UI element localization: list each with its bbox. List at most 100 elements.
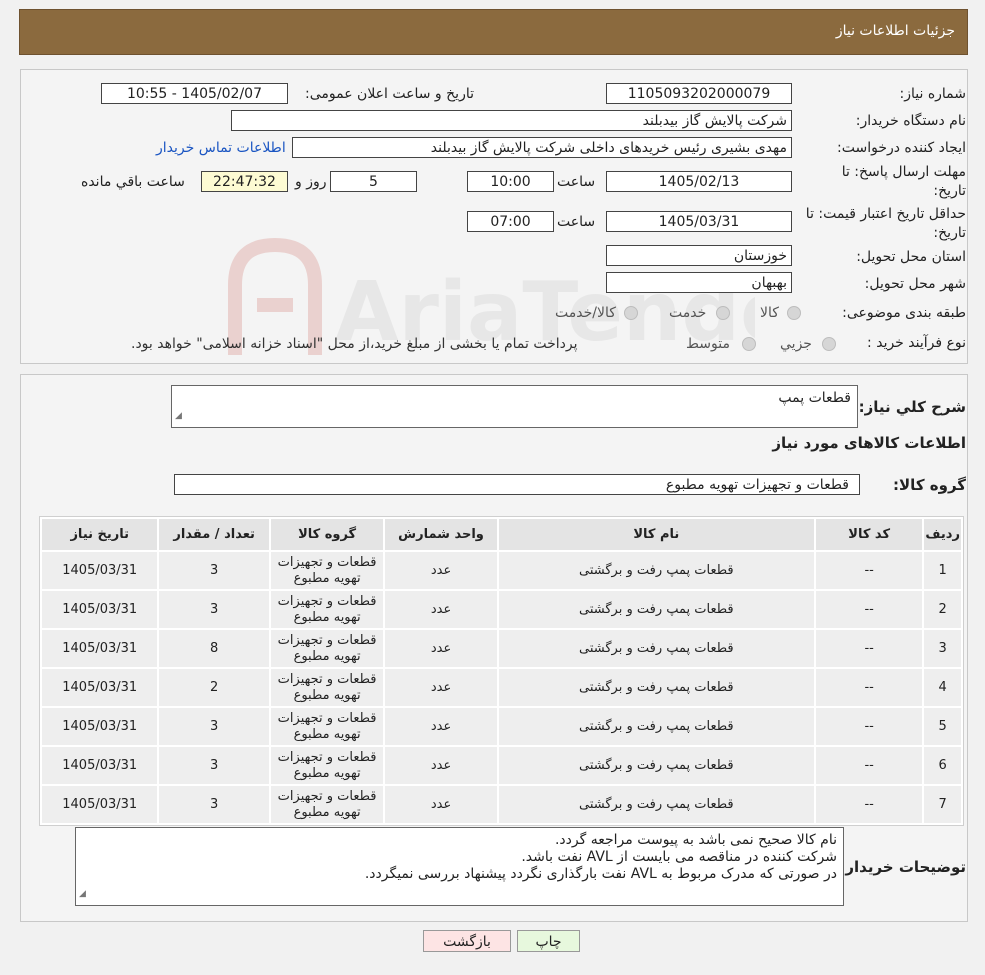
cell-item-name: قطعات پمپ رفت و برگشتی (498, 786, 814, 823)
page-title: جزئیات اطلاعات نیاز (835, 23, 955, 39)
cell-item-group: قطعات و تجهیزات تهویه مطبوع (270, 708, 384, 745)
back-button[interactable]: بازگشت (423, 930, 511, 952)
cell-item-group: قطعات و تجهیزات تهویه مطبوع (270, 552, 384, 589)
deadline-date-field: 1405/02/13 (606, 171, 792, 192)
remaining-time-field: 22:47:32 (201, 171, 288, 192)
cell-unit: عدد (385, 591, 497, 628)
table-row: 4 -- قطعات پمپ رفت و برگشتی عدد قطعات و تجهی… (42, 669, 961, 706)
buyer-contact-link[interactable]: اطلاعات تماس خریدار (156, 140, 286, 156)
summary-label: شرح کلي نياز: (858, 398, 966, 416)
process-medium-label: متوسط (686, 336, 730, 352)
cell-need-date: 1405/03/31 (42, 669, 158, 706)
requester-label: ایجاد کننده درخواست: (837, 140, 966, 156)
cell-item-code: -- (815, 630, 923, 667)
need-number-label: شماره نیاز: (899, 86, 967, 102)
col-group-header: گروه کالا (270, 519, 384, 550)
col-date-header: تاریخ نیاز (42, 519, 158, 550)
table-row: 7 -- قطعات پمپ رفت و برگشتی عدد قطعات و تجهی… (42, 786, 961, 823)
announce-datetime-field: 1405/02/07 - 10:55 (101, 83, 288, 104)
col-qty-header: تعداد / مقدار (159, 519, 269, 550)
validity-date-field: 1405/03/31 (606, 211, 792, 232)
cell-item-code: -- (815, 747, 923, 784)
requester-field: مهدی بشیری رئیس خریدهای داخلی شرکت پالای… (292, 137, 792, 158)
goods-group-field: قطعات و تجهیزات تهویه مطبوع (174, 474, 860, 495)
buyer-notes-textarea[interactable]: نام کالا صحیح نمی باشد به پیوست مراجعه گ… (75, 827, 844, 906)
buyer-org-field: شرکت پالایش گاز بیدبلند (231, 110, 792, 131)
cell-quantity: 2 (159, 669, 269, 706)
cell-unit: عدد (385, 669, 497, 706)
buyer-notes-line-3: در صورتی که مدرک مربوط به AVL نفت بارگذا… (364, 866, 837, 882)
cell-need-date: 1405/03/31 (42, 552, 158, 589)
cell-item-name: قطعات پمپ رفت و برگشتی (498, 591, 814, 628)
cell-need-date: 1405/03/31 (42, 630, 158, 667)
resize-grip-icon[interactable]: ◢ (79, 886, 86, 903)
cell-item-group: قطعات و تجهیزات تهویه مطبوع (270, 786, 384, 823)
table-row: 5 -- قطعات پمپ رفت و برگشتی عدد قطعات و تجهی… (42, 708, 961, 745)
cell-item-group: قطعات و تجهیزات تهویه مطبوع (270, 630, 384, 667)
buyer-notes-line-2: شرکت کننده در مناقصه می بایست از AVL نفت… (521, 849, 837, 865)
category-label: طبقه بندی موضوعی: (842, 305, 966, 321)
cell-item-group: قطعات و تجهیزات تهویه مطبوع (270, 669, 384, 706)
cell-item-name: قطعات پمپ رفت و برگشتی (498, 747, 814, 784)
cell-unit: عدد (385, 630, 497, 667)
category-goods-service-radio[interactable] (624, 306, 638, 320)
category-goods-radio[interactable] (787, 306, 801, 320)
cell-row-number: 3 (924, 630, 961, 667)
cell-item-code: -- (815, 669, 923, 706)
buyer-notes-label: توضیحات خریدار: (839, 858, 966, 876)
deadline-time-field: 10:00 (467, 171, 554, 192)
cell-item-name: قطعات پمپ رفت و برگشتی (498, 630, 814, 667)
validity-label-2: تاریخ: (933, 225, 966, 241)
cell-row-number: 4 (924, 669, 961, 706)
cell-item-name: قطعات پمپ رفت و برگشتی (498, 669, 814, 706)
cell-unit: عدد (385, 708, 497, 745)
cell-quantity: 3 (159, 747, 269, 784)
cell-quantity: 3 (159, 591, 269, 628)
cell-need-date: 1405/03/31 (42, 591, 158, 628)
summary-text: قطعات پمپ (778, 390, 851, 406)
process-medium-radio[interactable] (742, 337, 756, 351)
cell-row-number: 7 (924, 786, 961, 823)
cell-need-date: 1405/03/31 (42, 786, 158, 823)
process-note: پرداخت تمام یا بخشی از مبلغ خرید،از محل … (131, 336, 578, 352)
cell-row-number: 5 (924, 708, 961, 745)
deadline-label: مهلت ارسال پاسخ: تا (841, 164, 966, 180)
deadline-label-2: تاریخ: (933, 183, 966, 199)
process-minor-label: جزیي (780, 336, 812, 352)
cell-item-group: قطعات و تجهیزات تهویه مطبوع (270, 747, 384, 784)
cell-item-code: -- (815, 552, 923, 589)
cell-unit: عدد (385, 747, 497, 784)
col-code-header: کد کالا (815, 519, 923, 550)
cell-quantity: 8 (159, 630, 269, 667)
page-header: جزئیات اطلاعات نیاز (19, 9, 968, 55)
resize-grip-icon[interactable]: ◢ (175, 408, 182, 425)
cell-quantity: 3 (159, 786, 269, 823)
cell-item-group: قطعات و تجهیزات تهویه مطبوع (270, 591, 384, 628)
need-number-field: 1105093202000079 (606, 83, 792, 104)
cell-item-name: قطعات پمپ رفت و برگشتی (498, 552, 814, 589)
remaining-time-label: ساعت باقي مانده (81, 174, 185, 190)
col-row-header: رديف (924, 519, 961, 550)
table-row: 2 -- قطعات پمپ رفت و برگشتی عدد قطعات و تجهی… (42, 591, 961, 628)
city-field: بهبهان (606, 272, 792, 293)
table-header-row: رديف کد کالا نام کالا واحد شمارش گروه کا… (42, 519, 961, 550)
print-button[interactable]: چاپ (517, 930, 580, 952)
announce-datetime-label: تاریخ و ساعت اعلان عمومی: (305, 86, 474, 102)
col-name-header: نام کالا (498, 519, 814, 550)
cell-unit: عدد (385, 552, 497, 589)
province-label: استان محل تحویل: (856, 249, 966, 265)
process-minor-radio[interactable] (822, 337, 836, 351)
cell-unit: عدد (385, 786, 497, 823)
category-goods-service-label: کالا/خدمت (555, 305, 616, 321)
cell-need-date: 1405/03/31 (42, 747, 158, 784)
category-service-label: خدمت (669, 305, 707, 321)
table-row: 1 -- قطعات پمپ رفت و برگشتی عدد قطعات و تجهی… (42, 552, 961, 589)
col-unit-header: واحد شمارش (385, 519, 497, 550)
process-type-label: نوع فرآیند خرید : (867, 335, 966, 351)
validity-label: حداقل تاریخ اعتبار قیمت: تا (805, 206, 966, 222)
deadline-time-label: ساعت (557, 174, 596, 190)
category-service-radio[interactable] (716, 306, 730, 320)
goods-section-title: اطلاعات کالاهای مورد نیاز (772, 434, 966, 452)
summary-textarea[interactable]: قطعات پمپ ◢ (171, 385, 858, 428)
table-row: 3 -- قطعات پمپ رفت و برگشتی عدد قطعات و تجهی… (42, 630, 961, 667)
